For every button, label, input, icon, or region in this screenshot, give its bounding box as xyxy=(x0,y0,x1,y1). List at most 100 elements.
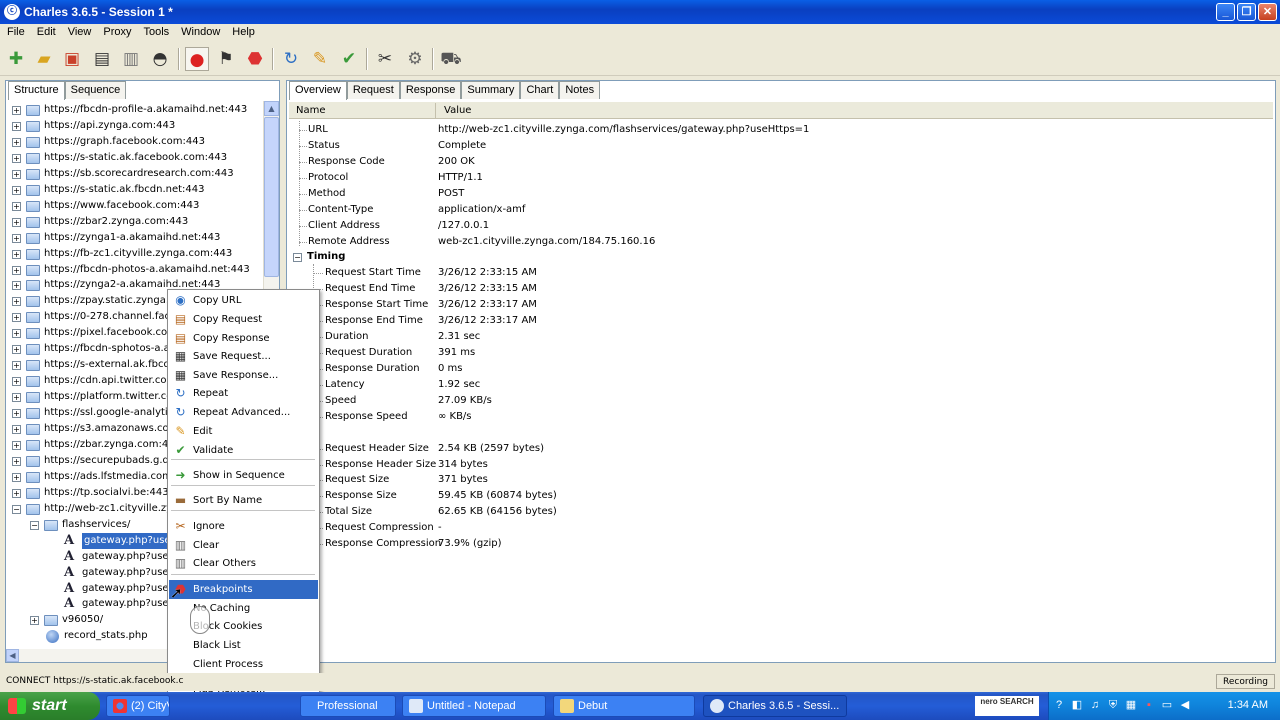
expand-toggle-icon[interactable]: + xyxy=(12,106,21,115)
save-icon[interactable]: ▤ xyxy=(90,47,114,71)
menu-help[interactable]: Help xyxy=(225,24,260,38)
settings-gear-icon[interactable]: ⚙ xyxy=(403,47,427,71)
overview-row[interactable]: Latency 1.92 sec xyxy=(289,377,1273,393)
menu-item-breakpoints[interactable]: ⬣ Breakpoints xyxy=(169,580,318,599)
expand-toggle-icon[interactable]: + xyxy=(12,393,21,403)
tab-summary[interactable]: Summary xyxy=(461,81,521,99)
expand-toggle-icon[interactable]: + xyxy=(12,185,21,195)
expand-toggle-icon[interactable]: + xyxy=(12,297,21,307)
scroll-thumb[interactable] xyxy=(264,117,279,277)
overview-row[interactable]: Remote Address web-zc1.cityville.zynga.co… xyxy=(289,234,1273,250)
overview-row[interactable]: Request Start Time 3/26/12 2:33:15 AM xyxy=(289,265,1273,281)
task-notepad[interactable]: Untitled - Notepad xyxy=(402,695,546,717)
tab-sequence[interactable]: Sequence xyxy=(64,81,127,99)
overview-row[interactable]: Status Complete xyxy=(289,138,1273,154)
overview-row[interactable]: Response Speed ∞ KB/s xyxy=(289,409,1273,425)
menu-item-show-in-sequence[interactable]: ➜ Show in Sequence xyxy=(169,466,318,485)
display-icon[interactable]: ▭ xyxy=(1160,698,1174,712)
binoculars-icon[interactable]: ◓ xyxy=(148,47,172,71)
task-professional[interactable]: Professional xyxy=(300,695,396,717)
overview-row[interactable]: Request Duration 391 ms xyxy=(289,345,1273,361)
menu-item-clear-others[interactable]: ▥ Clear Others xyxy=(169,554,318,573)
overview-row[interactable]: Speed 27.09 KB/s xyxy=(289,393,1273,409)
tray-app-icon[interactable]: ◧ xyxy=(1070,698,1084,712)
task-debut[interactable]: Debut xyxy=(553,695,695,717)
tab-request[interactable]: Request xyxy=(346,81,400,99)
tab-structure[interactable]: Structure xyxy=(8,81,65,100)
close-button[interactable]: ✕ xyxy=(1258,3,1277,21)
overview-row[interactable]: Client Address/127.0.0.1 xyxy=(289,218,1273,234)
menu-item-copy-response[interactable]: ▤ Copy Response xyxy=(169,329,318,348)
recording-indicator[interactable]: Recording xyxy=(1215,674,1275,689)
menu-proxy[interactable]: Proxy xyxy=(96,24,136,38)
expand-toggle-icon[interactable]: + xyxy=(12,488,21,498)
validate-check-icon[interactable]: ✔ xyxy=(337,47,361,71)
expand-toggle-icon[interactable]: + xyxy=(12,409,21,419)
overview-row[interactable]: Request Size 371 bytes xyxy=(289,472,1273,488)
overview-row[interactable]: Protocol HTTP/1.1 xyxy=(289,170,1273,186)
column-divider[interactable] xyxy=(435,103,436,118)
overview-row[interactable]: Request End Time 3/26/12 2:33:15 AM xyxy=(289,281,1273,297)
task-charles[interactable]: Charles 3.6.5 - Sessi... xyxy=(703,695,847,717)
menu-item-repeat-advanced[interactable]: ↻ Repeat Advanced... xyxy=(169,403,318,422)
open-folder-icon[interactable]: ▰ xyxy=(32,47,56,71)
edit-pencil-icon[interactable]: ✎ xyxy=(308,47,332,71)
menu-item-save-request[interactable]: ▦ Save Request... xyxy=(169,347,318,366)
menu-tools[interactable]: Tools xyxy=(136,24,174,38)
scroll-left-arrow-icon[interactable]: ◀ xyxy=(6,649,19,662)
menu-item-repeat[interactable]: ↻ Repeat xyxy=(169,384,318,403)
expand-toggle-icon[interactable]: + xyxy=(12,425,21,434)
tools-icon[interactable]: ✂ xyxy=(373,47,397,71)
speaker-icon[interactable]: ◀ xyxy=(1178,698,1192,712)
import-icon[interactable]: ▣ xyxy=(60,47,84,71)
expand-toggle-icon[interactable]: + xyxy=(12,249,21,259)
menu-item-clear[interactable]: ▥ Clear xyxy=(169,536,318,555)
expand-toggle-icon[interactable]: + xyxy=(12,361,21,371)
overview-row[interactable]: URL http://web-zc1.cityville.zynga.com/fl… xyxy=(289,122,1273,138)
overview-row[interactable]: Response Start Time 3/26/12 2:33:17 AM xyxy=(289,297,1273,313)
menu-item-save-response[interactable]: ▦ Save Response... xyxy=(169,366,318,385)
expand-toggle-icon[interactable]: + xyxy=(12,456,21,466)
throttle-icon[interactable]: ⚑ xyxy=(214,47,238,71)
shopping-cart-icon[interactable]: ⛟ xyxy=(439,47,463,71)
menu-window[interactable]: Window xyxy=(174,24,225,38)
expand-toggle-icon[interactable]: + xyxy=(12,377,21,387)
overview-row[interactable]: Response Size 59.45 KB (60874 bytes) xyxy=(289,488,1273,504)
expand-toggle-icon[interactable]: + xyxy=(12,313,21,323)
trash-icon[interactable]: ▥ xyxy=(119,47,143,71)
alert-icon[interactable]: ▪ xyxy=(1142,698,1156,712)
overview-row[interactable]: Duration 2.31 sec xyxy=(289,329,1273,345)
menu-item-black-list[interactable]: Black List xyxy=(169,636,318,655)
column-value[interactable]: Value xyxy=(444,105,471,116)
expand-toggle-icon[interactable]: + xyxy=(12,201,21,211)
scroll-up-arrow-icon[interactable]: ▲ xyxy=(264,101,279,116)
overview-row[interactable]: Response Code 200 OK xyxy=(289,154,1273,170)
expand-toggle-icon[interactable]: + xyxy=(12,169,21,179)
repeat-icon[interactable]: ↻ xyxy=(279,47,303,71)
expand-toggle-icon[interactable]: + xyxy=(30,616,39,626)
expand-toggle-icon[interactable]: + xyxy=(12,137,21,147)
overview-row[interactable]: Response Duration 0 ms xyxy=(289,361,1273,377)
tab-response[interactable]: Response xyxy=(399,81,462,99)
menu-item-sort-by-name[interactable]: ▬ Sort By Name xyxy=(169,491,318,510)
menu-item-edit[interactable]: ✎ Edit xyxy=(169,422,318,441)
nero-search-box[interactable]: nero SEARCH xyxy=(975,696,1039,716)
expand-toggle-icon[interactable]: + xyxy=(12,265,21,275)
overview-row[interactable]: Response Header Size 314 bytes xyxy=(289,457,1273,473)
start-button[interactable]: start xyxy=(0,692,100,720)
volume-icon[interactable]: ♫ xyxy=(1088,698,1102,712)
menu-view[interactable]: View xyxy=(61,24,97,38)
menu-file[interactable]: File xyxy=(0,24,30,38)
minimize-button[interactable]: _ xyxy=(1216,3,1235,21)
overview-row[interactable]: Total Size 62.65 KB (64156 bytes) xyxy=(289,504,1273,520)
record-icon[interactable]: ● xyxy=(185,47,209,71)
column-name[interactable]: Name xyxy=(296,105,326,116)
overview-row[interactable]: Response Compression 73.9% (gzip) xyxy=(289,536,1273,552)
collapse-toggle-icon[interactable]: − xyxy=(30,520,39,530)
help-icon[interactable]: ? xyxy=(1052,698,1066,712)
section-row[interactable]: −e xyxy=(289,425,1273,441)
new-session-icon[interactable]: ✚ xyxy=(4,47,28,71)
menu-item-copy-request[interactable]: ▤ Copy Request xyxy=(169,310,318,329)
expand-toggle-icon[interactable]: + xyxy=(12,472,21,482)
expand-toggle-icon[interactable]: + xyxy=(12,345,21,355)
